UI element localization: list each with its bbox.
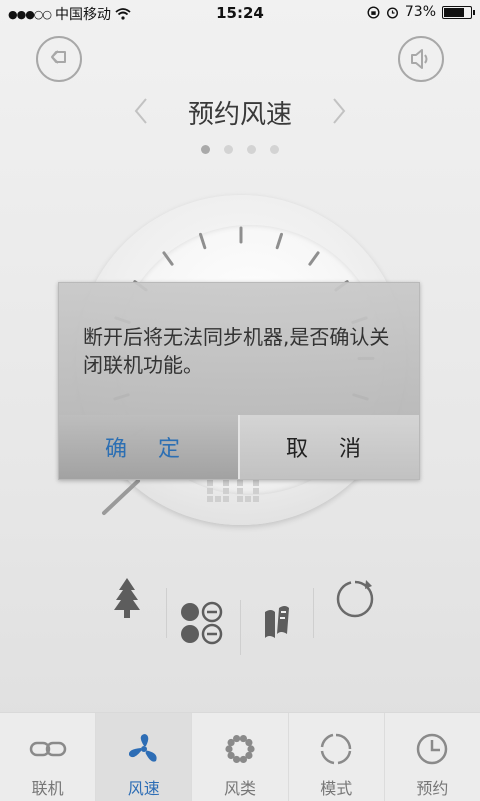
mode-divider: [240, 600, 241, 655]
flower-dots-icon: [221, 731, 259, 767]
confirm-button[interactable]: 确 定: [59, 415, 238, 479]
back-button[interactable]: [36, 36, 82, 82]
page-dot[interactable]: [270, 145, 279, 154]
app-screen: ●●●○○ 中国移动 15:24 73%: [0, 0, 480, 800]
four-circles-icon[interactable]: [176, 598, 226, 648]
tab-bar: 联机 风速 风类 模式: [0, 712, 480, 801]
tab-mode[interactable]: 模式: [289, 713, 385, 801]
tab-link[interactable]: 联机: [0, 713, 96, 801]
battery-icon: [442, 6, 472, 19]
page-dot[interactable]: [201, 145, 210, 154]
mode-divider: [166, 588, 167, 638]
flower-dot: [247, 745, 254, 752]
tab-fan-speed[interactable]: 风速: [96, 713, 192, 801]
tree-icon[interactable]: [102, 574, 152, 624]
tab-label: 预约: [385, 775, 480, 799]
tab-label: 风类: [192, 775, 287, 799]
dialog-message: 断开后将无法同步机器,是否确认关闭联机功能。: [83, 323, 399, 379]
clock-icon: [413, 731, 451, 767]
sound-button[interactable]: [398, 36, 444, 82]
tab-schedule[interactable]: 预约: [385, 713, 480, 801]
tab-label: 模式: [289, 775, 384, 799]
dial-tick: [201, 234, 205, 247]
status-bar: ●●●○○ 中国移动 15:24 73%: [0, 0, 480, 26]
flower-dot: [228, 752, 235, 759]
page-indicator: [0, 145, 480, 154]
flower-dot: [245, 739, 252, 746]
speaker-icon: [400, 38, 442, 80]
flower-dot: [233, 735, 240, 742]
swing-icon[interactable]: [253, 598, 303, 648]
tab-wind-type[interactable]: 风类: [192, 713, 288, 801]
confirm-dialog: 断开后将无法同步机器,是否确认关闭联机功能。 确 定 取 消: [58, 282, 420, 480]
alarm-icon: [386, 6, 399, 19]
dial-tick: [310, 253, 318, 264]
dial-tick: [164, 253, 172, 264]
chevron-right-icon[interactable]: [326, 96, 350, 126]
title-row: 预约风速: [0, 92, 480, 132]
rotation-lock-icon: [367, 6, 380, 19]
page-title: 预约风速: [0, 94, 480, 131]
link-icon: [29, 731, 67, 767]
tab-label: 联机: [0, 775, 95, 799]
flower-dot: [240, 756, 247, 763]
page-dot[interactable]: [224, 145, 233, 154]
battery-percent: 73%: [405, 4, 436, 20]
dial-knob-handle[interactable]: [104, 481, 138, 513]
dial-tick: [277, 234, 281, 247]
page-dot[interactable]: [247, 145, 256, 154]
mode-circle-icon: [317, 731, 355, 767]
flower-dot: [225, 745, 232, 752]
fan-icon: [125, 731, 163, 767]
cancel-button[interactable]: 取 消: [238, 415, 419, 479]
mode-divider: [313, 588, 314, 638]
back-arrow-icon: [38, 38, 80, 80]
tab-label: 风速: [96, 775, 191, 799]
cycle-icon[interactable]: [330, 574, 380, 624]
